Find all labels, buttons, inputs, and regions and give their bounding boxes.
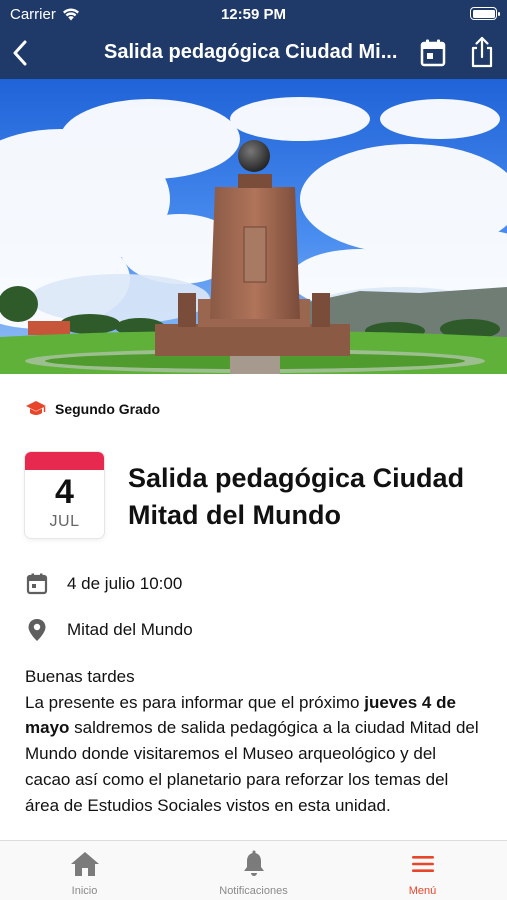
graduation-cap-icon <box>26 401 46 415</box>
top-bar: Carrier 12:59 PM Salida pedagógica Ciuda… <box>0 0 507 79</box>
event-description: Buenas tardes La presente es para inform… <box>25 664 485 818</box>
tab-notificaciones[interactable]: Notificaciones <box>169 841 338 900</box>
battery-icon <box>470 7 500 20</box>
chevron-left-icon <box>13 40 27 66</box>
home-icon <box>69 849 101 879</box>
description-greeting: Buenas tardes <box>25 667 135 686</box>
event-date-card: 4 JUL <box>25 452 104 538</box>
status-bar: Carrier 12:59 PM <box>0 0 507 28</box>
description-paragraph: La presente es para informar que el próx… <box>25 690 485 819</box>
event-title: Salida pedagógica Ciudad Mitad del Mundo <box>128 463 465 530</box>
share-button[interactable] <box>469 36 495 68</box>
tab-inicio[interactable]: Inicio <box>0 841 169 900</box>
navigation-bar: Salida pedagógica Ciudad Mi... <box>0 28 507 79</box>
description-part-2: saldremos de salida pedagógica a la ciud… <box>25 718 479 815</box>
description-part-1: La presente es para informar que el próx… <box>25 692 365 712</box>
event-day: 4 <box>55 473 74 511</box>
grade-tag: Segundo Grado <box>25 400 160 418</box>
nav-title: Salida pedagógica Ciudad Mi... <box>104 41 398 63</box>
menu-icon <box>407 849 439 879</box>
back-button[interactable] <box>8 36 32 70</box>
event-cover-image <box>0 79 507 374</box>
status-time: 12:59 PM <box>220 6 287 23</box>
event-month: JUL <box>49 513 80 530</box>
event-datetime: 4 de julio 10:00 <box>67 574 183 593</box>
grade-label: Segundo Grado <box>55 401 160 417</box>
bell-icon <box>238 849 270 879</box>
location-pin-icon <box>25 618 49 642</box>
event-location: Mitad del Mundo <box>67 620 193 639</box>
share-icon <box>471 36 493 68</box>
event-location-row[interactable]: Mitad del Mundo <box>25 618 193 642</box>
tab-inicio-label: Inicio <box>71 885 98 897</box>
tab-bar: Inicio Notificaciones Menú <box>0 840 507 900</box>
tab-menu[interactable]: Menú <box>338 841 507 900</box>
tab-notificaciones-label: Notificaciones <box>219 885 288 897</box>
date-card-band <box>25 452 104 470</box>
calendar-icon <box>25 572 49 596</box>
tab-menu-label: Menú <box>408 885 437 897</box>
add-to-calendar-button[interactable] <box>420 39 446 67</box>
event-datetime-row: 4 de julio 10:00 <box>25 572 182 596</box>
calendar-icon <box>420 39 446 67</box>
